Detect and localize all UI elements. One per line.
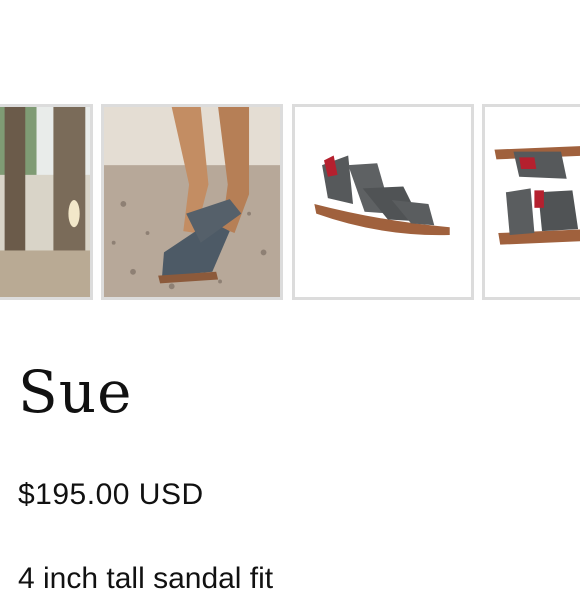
sandal-side-image — [295, 107, 471, 297]
product-price: $195.00 USD — [18, 478, 204, 511]
gallery-thumbnail-model[interactable] — [101, 104, 283, 300]
product-description: 4 inch tall sandal fit — [18, 562, 274, 595]
gallery-thumbnail-angle-view[interactable] — [482, 104, 580, 300]
lifestyle-image — [0, 107, 90, 297]
sandal-angle-image — [485, 107, 580, 297]
product-title: Sue — [18, 358, 133, 426]
gallery-thumbnail-side-view[interactable] — [292, 104, 474, 300]
gallery-thumbnail-lifestyle[interactable] — [0, 104, 93, 300]
model-image — [104, 107, 280, 297]
product-image-gallery — [0, 104, 580, 302]
